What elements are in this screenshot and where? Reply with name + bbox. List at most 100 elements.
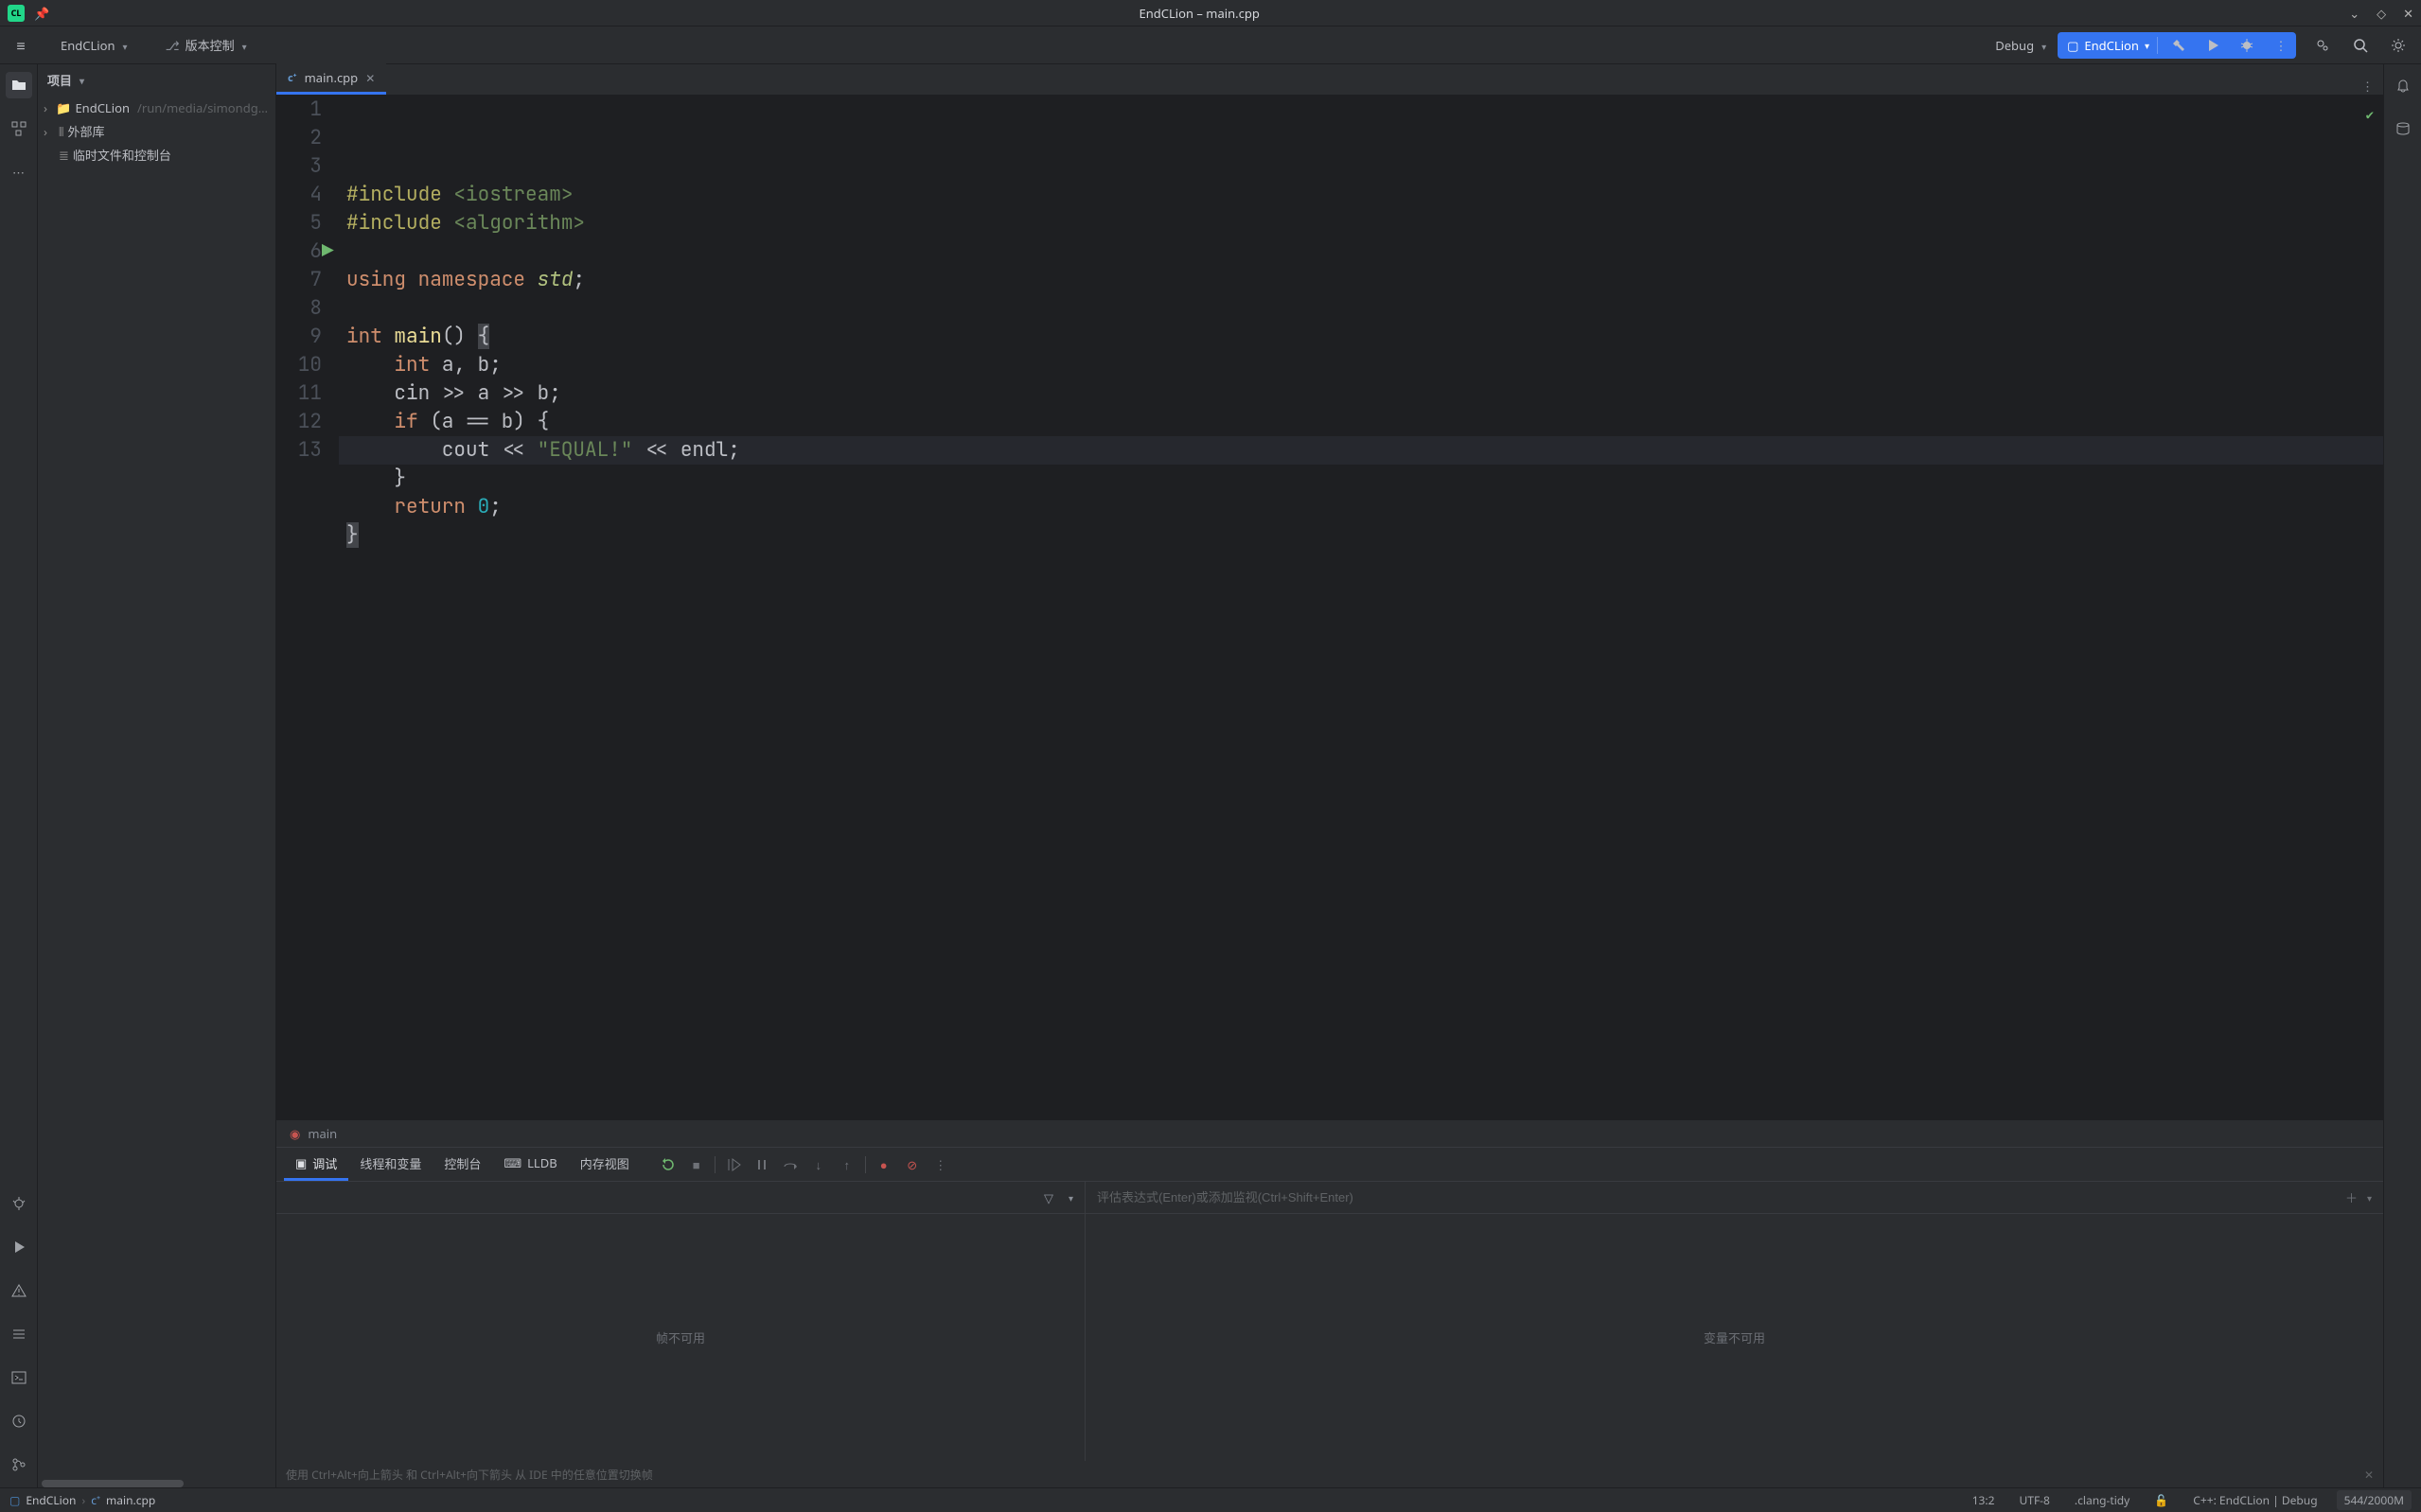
debug-tab[interactable]: ▣调试 [284, 1149, 348, 1181]
step-over-button[interactable] [780, 1154, 801, 1175]
debug-button[interactable] [2234, 32, 2260, 59]
run-target-label: EndCLion [2084, 37, 2139, 54]
debug-more-icon[interactable]: ⋮ [930, 1154, 951, 1175]
vars-dropdown-icon[interactable]: ▾ [2367, 1191, 2372, 1204]
view-breakpoints-button[interactable]: ● [874, 1154, 894, 1175]
debug-tab[interactable]: 控制台 [433, 1149, 492, 1181]
lock-icon[interactable]: 🔓 [2148, 1492, 2174, 1508]
status-bar: ▢ EndCLion › c⁺ main.cpp 13:2 UTF-8 .cla… [0, 1487, 2421, 1512]
code-with-me-icon[interactable] [2309, 32, 2336, 59]
thread-dropdown-icon[interactable]: ▾ [1069, 1191, 1073, 1204]
vcs-dropdown[interactable]: ⎇ 版本控制 [156, 32, 256, 58]
editor-tab[interactable]: c⁺main.cpp✕ [276, 63, 386, 95]
navbar-breadcrumb[interactable]: ▢ EndCLion › c⁺ main.cpp [9, 1492, 155, 1508]
project-tool-icon[interactable] [6, 72, 32, 98]
vcs-dropdown-label: 版本控制 [186, 36, 235, 54]
step-into-button[interactable]: ↓ [808, 1154, 829, 1175]
stop-button[interactable]: ■ [686, 1154, 707, 1175]
horizontal-scrollbar[interactable] [42, 1480, 184, 1487]
run-button[interactable] [2200, 32, 2226, 59]
left-tool-stripe: ⋯ [0, 64, 38, 1487]
variables-pane: ＋ ▾ 变量不可用 [1086, 1182, 2383, 1461]
project-dropdown[interactable]: EndCLion [51, 33, 137, 58]
analysis-ok-icon[interactable]: ✔ [2366, 101, 2374, 130]
project-panel: 项目 ›📁EndCLion/run/media/simondguqiu/Dat›… [38, 64, 276, 1487]
file-encoding[interactable]: UTF-8 [2014, 1492, 2056, 1508]
main-toolbar: ≡ EndCLion ⎇ 版本控制 Debug ▢ EndCLion ▾ [0, 26, 2421, 64]
debug-panel: ▣调试线程和变量控制台⌨LLDB内存视图 ■ ↓ ↑ ● ⊘ ⋮ [276, 1147, 2383, 1487]
debug-tool-icon[interactable] [6, 1190, 32, 1217]
main-area: ⋯ 项目 ›📁EndCLion/run/media/simondguqiu/Da… [0, 64, 2421, 1487]
clion-logo-icon: CL [8, 5, 25, 22]
run-tool-icon[interactable] [6, 1234, 32, 1260]
notifications-icon[interactable] [2390, 72, 2416, 98]
run-target-widget: ▢ EndCLion ▾ ⋮ [2058, 32, 2296, 59]
filter-icon[interactable]: ▽ [1044, 1189, 1053, 1206]
pin-icon[interactable]: 📌 [34, 5, 49, 22]
project-tree: ›📁EndCLion/run/media/simondguqiu/Dat›⫴外部… [38, 95, 275, 168]
close-hint-icon[interactable]: ✕ [2364, 1467, 2374, 1483]
step-out-button[interactable]: ↑ [837, 1154, 857, 1175]
settings-icon[interactable] [2385, 32, 2412, 59]
search-everywhere-icon[interactable] [2347, 32, 2374, 59]
editor-column: c⁺main.cpp✕ ⋮ 123456▶78910111213 ✔ #incl… [276, 64, 2383, 1487]
debug-hint: 使用 Ctrl+Alt+向上箭头 和 Ctrl+Alt+向下箭头 从 IDE 中… [276, 1461, 2383, 1487]
structure-tool-icon[interactable] [6, 115, 32, 142]
chevron-down-icon [121, 37, 128, 54]
debug-tab[interactable]: ⌨LLDB [492, 1149, 568, 1181]
project-panel-header[interactable]: 项目 [38, 64, 275, 95]
build-button[interactable] [2165, 32, 2192, 59]
resume-button[interactable] [723, 1154, 744, 1175]
debug-tab[interactable]: 内存视图 [569, 1149, 641, 1181]
frames-toolbar: ▽ ▾ [276, 1182, 1085, 1214]
more-run-icon[interactable]: ⋮ [2268, 32, 2294, 59]
todo-tool-icon[interactable] [6, 1321, 32, 1347]
editor-breadcrumb[interactable]: ◉ main [276, 1120, 2383, 1147]
editor-tabs: c⁺main.cpp✕ ⋮ [276, 64, 2383, 96]
hamburger-menu-icon[interactable]: ≡ [9, 35, 32, 56]
run-target-button[interactable]: ▢ EndCLion ▾ [2067, 37, 2158, 54]
debug-hint-text: 使用 Ctrl+Alt+向上箭头 和 Ctrl+Alt+向下箭头 从 IDE 中… [286, 1467, 653, 1483]
debug-toolbar: ■ ↓ ↑ ● ⊘ ⋮ [658, 1154, 951, 1175]
hammer-icon [2171, 38, 2186, 53]
run-config-label: Debug [1995, 37, 2034, 54]
clang-tidy-status[interactable]: .clang-tidy [2069, 1492, 2135, 1508]
maximize-icon[interactable]: ◇ [2377, 5, 2386, 22]
chevron-down-icon [78, 71, 84, 88]
target-icon: ▢ [2067, 37, 2078, 54]
rerun-button[interactable] [658, 1154, 679, 1175]
project-tree-node[interactable]: ›📁EndCLion/run/media/simondguqiu/Dat [42, 97, 272, 119]
debug-tab[interactable]: 线程和变量 [348, 1149, 433, 1181]
variables-empty-label: 变量不可用 [1086, 1214, 2383, 1461]
minimize-icon[interactable]: ⌄ [2349, 5, 2359, 22]
project-panel-title: 项目 [47, 71, 72, 89]
branch-icon: ⎇ [166, 37, 180, 54]
code-area[interactable]: ✔ #include <iostream>#include <algorithm… [339, 96, 2383, 1120]
terminal-tool-icon[interactable] [6, 1364, 32, 1391]
editor-tabs-more-icon[interactable]: ⋮ [2352, 78, 2383, 95]
problems-tool-icon[interactable] [6, 1277, 32, 1304]
add-watch-icon[interactable]: ＋ [2345, 1188, 2358, 1206]
code-editor[interactable]: 123456▶78910111213 ✔ #include <iostream>… [276, 96, 2383, 1120]
memory-indicator[interactable]: 544/2000M [2337, 1490, 2412, 1510]
more-tools-icon[interactable]: ⋯ [6, 159, 32, 185]
play-icon [2205, 38, 2220, 53]
mute-breakpoints-button[interactable]: ⊘ [902, 1154, 923, 1175]
right-tool-stripe [2383, 64, 2421, 1487]
vcs-tool-icon[interactable] [6, 1451, 32, 1478]
evaluate-expression-input[interactable] [1097, 1190, 2336, 1204]
close-tab-icon[interactable]: ✕ [365, 70, 375, 86]
caret-position[interactable]: 13:2 [1967, 1492, 2001, 1508]
services-tool-icon[interactable] [6, 1408, 32, 1434]
database-tool-icon[interactable] [2390, 115, 2416, 142]
project-tree-node[interactable]: ›⫴外部库 [42, 119, 272, 143]
app-root: CL 📌 EndCLion – main.cpp ⌄ ◇ ✕ ≡ EndCLio… [0, 0, 2421, 1512]
cmake-profile[interactable]: C++: EndCLion | Debug [2187, 1492, 2323, 1508]
folder-icon: ▢ [9, 1492, 20, 1508]
pause-button[interactable] [751, 1154, 772, 1175]
close-window-icon[interactable]: ✕ [2403, 5, 2413, 22]
project-tree-node[interactable]: ≣临时文件和控制台 [42, 143, 272, 167]
breadcrumb-icon: ◉ [290, 1125, 300, 1142]
run-config-dropdown[interactable]: Debug [1986, 33, 2056, 58]
breadcrumb-label: main [308, 1125, 337, 1142]
